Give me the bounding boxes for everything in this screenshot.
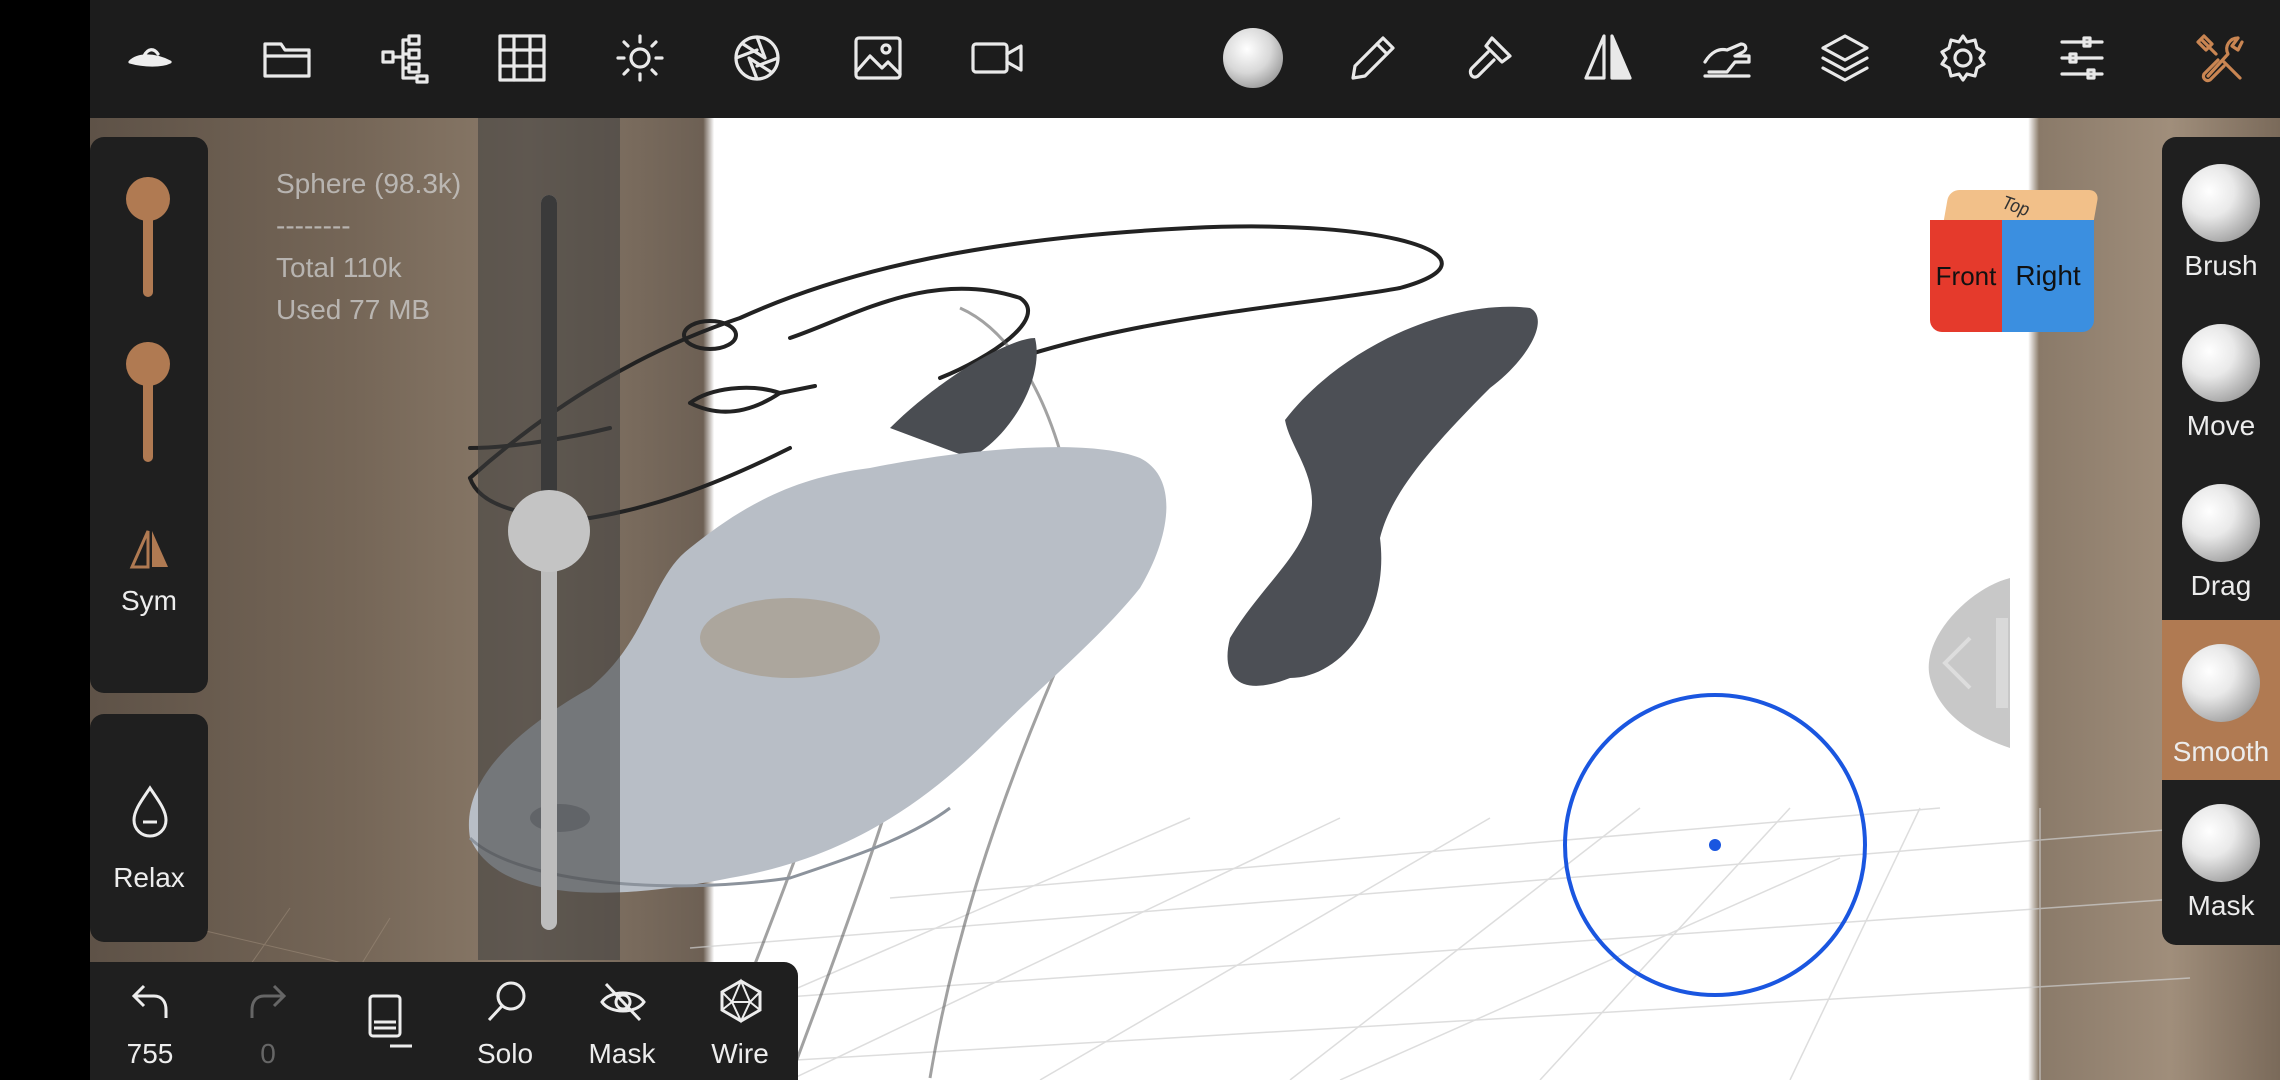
smooth-icon (2182, 644, 2260, 722)
wireframe-button[interactable]: Wire (690, 972, 790, 1072)
brush-tool-move[interactable]: Move (2162, 310, 2280, 470)
brush-tool-mask[interactable]: Mask (2162, 790, 2280, 950)
mesh-info: Sphere (98.3k) (276, 168, 462, 199)
memory-info: Used 77 MB (276, 294, 431, 325)
relax-panel: Relax (90, 714, 208, 942)
folder-icon[interactable] (257, 28, 317, 88)
symmetry-button[interactable]: Sym (90, 527, 208, 647)
eye-off-icon (600, 982, 646, 1022)
brush-icon (2182, 164, 2260, 242)
brush-tool-brush[interactable]: Brush (2162, 150, 2280, 310)
intensity-slider[interactable] (126, 342, 170, 462)
layers-icon[interactable] (1815, 28, 1875, 88)
drop-icon (128, 784, 172, 843)
move-icon (2182, 324, 2260, 402)
redo-button[interactable]: 0 (218, 972, 318, 1072)
aperture-icon[interactable] (727, 28, 787, 88)
brush-tool-smooth[interactable]: Smooth (2162, 620, 2280, 780)
drag-icon (2182, 484, 2260, 562)
mask-brush-icon (2182, 804, 2260, 882)
grid-icon[interactable] (492, 28, 552, 88)
sliders-icon[interactable] (2052, 28, 2112, 88)
hand-icon[interactable] (1697, 28, 1757, 88)
paint-brush-icon[interactable] (1460, 28, 1520, 88)
pen-icon[interactable] (1343, 28, 1403, 88)
solo-button[interactable]: Solo (455, 972, 555, 1072)
material-sphere-icon[interactable] (1223, 28, 1283, 88)
view-cube[interactable]: Top Front Right (1930, 190, 2100, 340)
history-button[interactable] (340, 972, 440, 1072)
tools-icon[interactable] (2190, 28, 2250, 88)
wireframe-icon (720, 978, 762, 1024)
image-icon[interactable] (848, 28, 908, 88)
video-icon[interactable] (967, 28, 1027, 88)
brush-radius-slider[interactable] (508, 195, 590, 930)
view-cube-right[interactable]: Right (2002, 220, 2094, 332)
view-cube-front[interactable]: Front (1930, 220, 2002, 332)
scene-stats: Sphere (98.3k) -------- Total 110k Used … (276, 163, 461, 331)
settings-icon[interactable] (1933, 28, 1993, 88)
symmetry-toolbar-icon[interactable] (1578, 28, 1638, 88)
total-info: Total 110k (276, 252, 402, 283)
search-icon (487, 981, 526, 1022)
stats-separator: -------- (276, 210, 351, 241)
brush-tool-drag[interactable]: Drag (2162, 470, 2280, 630)
relax-button[interactable]: Relax (90, 784, 208, 914)
light-icon[interactable] (610, 28, 670, 88)
scene-tree-icon[interactable] (375, 28, 435, 88)
mask-toggle-button[interactable]: Mask (572, 972, 672, 1072)
symmetry-icon (128, 527, 172, 576)
slider-thumb[interactable] (508, 490, 590, 572)
undo-button[interactable]: 755 (100, 972, 200, 1072)
left-tool-panel: Sym (90, 137, 208, 693)
logo-icon[interactable] (120, 28, 180, 88)
radius-slider[interactable] (126, 177, 170, 297)
